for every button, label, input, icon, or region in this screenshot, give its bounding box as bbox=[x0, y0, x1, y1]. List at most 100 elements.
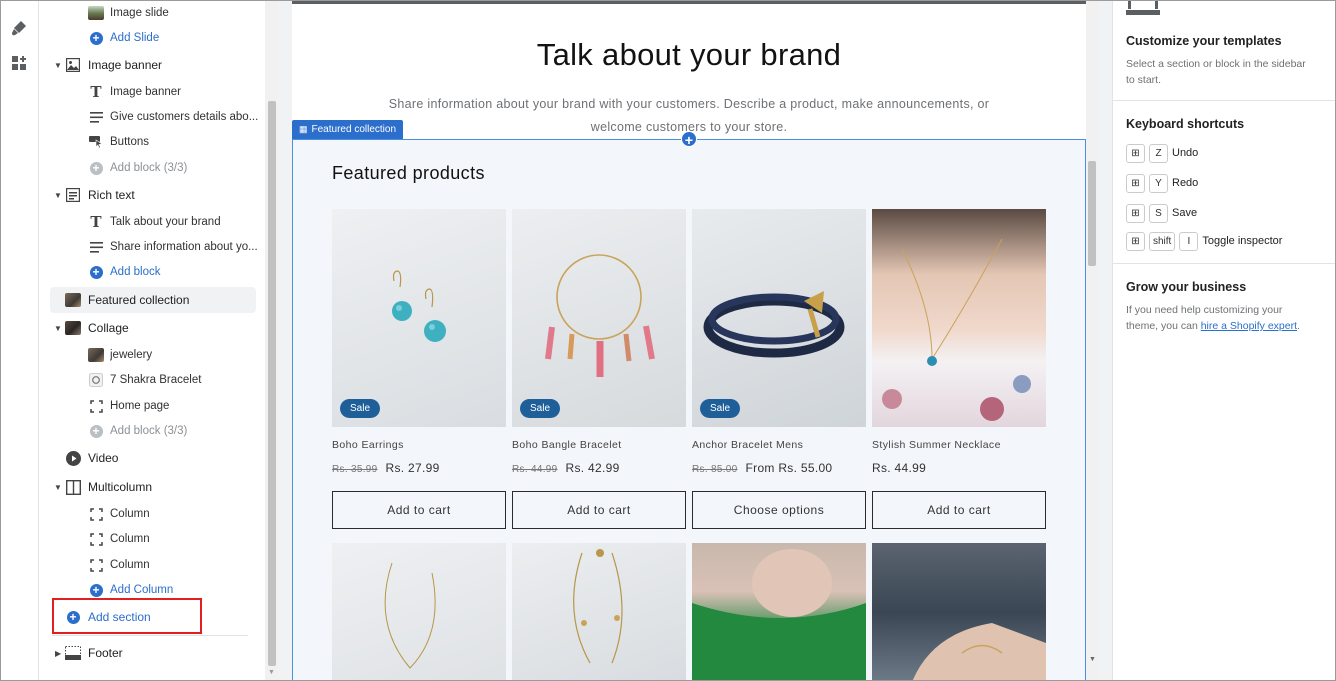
caret-down-icon[interactable]: ▼ bbox=[54, 191, 62, 200]
block-label: 7 Shakra Bracelet bbox=[110, 374, 202, 386]
add-block-disabled: + Add block (3/3) bbox=[40, 156, 265, 180]
compare-price: Rs. 85.00 bbox=[692, 464, 738, 475]
caret-down-icon[interactable]: ▼ bbox=[54, 61, 62, 70]
block-column[interactable]: Column bbox=[40, 527, 265, 551]
block-image-banner[interactable]: T Image banner bbox=[40, 80, 265, 104]
text-t-icon: T bbox=[90, 213, 102, 231]
product-image[interactable] bbox=[692, 543, 866, 680]
compare-price: Rs. 44.99 bbox=[512, 464, 558, 475]
product-image[interactable] bbox=[692, 209, 866, 427]
section-video[interactable]: Video bbox=[40, 446, 265, 470]
block-share-information[interactable]: Share information about yo... bbox=[40, 235, 265, 259]
product-image[interactable] bbox=[332, 543, 506, 680]
featured-heading[interactable]: Featured products bbox=[332, 163, 485, 184]
preview-scrollbar[interactable]: ▼ bbox=[1086, 1, 1098, 680]
block-label: jewelery bbox=[110, 349, 153, 361]
product-ring-icon bbox=[88, 372, 104, 388]
compare-price: Rs. 35.99 bbox=[332, 464, 378, 475]
add-slide-label: Add Slide bbox=[110, 32, 160, 44]
product-name[interactable]: Anchor Bracelet Mens bbox=[692, 439, 803, 451]
product-image[interactable] bbox=[872, 543, 1046, 680]
product-name[interactable]: Stylish Summer Necklace bbox=[872, 439, 1001, 451]
template-illustration-icon bbox=[1126, 1, 1160, 15]
section-collage[interactable]: ▼ Collage bbox=[40, 316, 265, 340]
block-image-slide[interactable]: Image slide bbox=[40, 1, 265, 25]
command-key-icon: ⊞ bbox=[1126, 231, 1145, 251]
scroll-down-arrow-icon[interactable]: ▼ bbox=[1089, 656, 1096, 663]
paragraph-lines-icon bbox=[88, 109, 104, 125]
image-icon bbox=[65, 57, 81, 73]
block-customer-details[interactable]: Give customers details abo... bbox=[40, 105, 265, 129]
grow-text-after: . bbox=[1297, 320, 1300, 332]
rich-text-heading[interactable]: Talk about your brand bbox=[292, 37, 1086, 73]
block-home-page[interactable]: Home page bbox=[40, 394, 265, 418]
block-shakra-bracelet[interactable]: 7 Shakra Bracelet bbox=[40, 368, 265, 392]
section-featured-collection[interactable]: Featured collection bbox=[50, 287, 256, 313]
block-label: Column bbox=[110, 533, 150, 545]
section-label: Rich text bbox=[88, 188, 135, 202]
theme-settings-brush-icon[interactable] bbox=[8, 17, 30, 39]
sale-badge: Sale bbox=[520, 399, 561, 418]
collection-thumbnail-icon bbox=[88, 347, 104, 363]
section-tag[interactable]: ▦ Featured collection bbox=[292, 120, 404, 139]
text-t-icon: T bbox=[90, 83, 102, 101]
preview-scrollbar-thumb[interactable] bbox=[1088, 161, 1096, 266]
apps-blocks-icon[interactable] bbox=[8, 52, 30, 74]
block-jewelery[interactable]: jewelery bbox=[40, 343, 265, 367]
section-image-banner[interactable]: ▼ Image banner bbox=[40, 53, 265, 77]
shortcut-redo: ⊞ Y Redo bbox=[1126, 173, 1198, 193]
command-key-icon: ⊞ bbox=[1126, 143, 1145, 163]
add-slide-button[interactable]: + Add Slide bbox=[40, 26, 265, 50]
customize-title: Customize your templates bbox=[1126, 34, 1282, 48]
block-label: Talk about your brand bbox=[110, 216, 221, 228]
product-name[interactable]: Boho Earrings bbox=[332, 439, 404, 451]
section-rich-text[interactable]: ▼ Rich text bbox=[40, 183, 265, 207]
add-section-inline-button[interactable]: + bbox=[681, 131, 697, 148]
shortcuts-title: Keyboard shortcuts bbox=[1126, 117, 1245, 131]
add-block-disabled: + Add block (3/3) bbox=[40, 419, 265, 443]
scroll-down-arrow-icon[interactable]: ▼ bbox=[268, 669, 275, 676]
sale-price: Rs. 42.99 bbox=[565, 461, 620, 475]
product-price: Rs. 44.99 Rs. 42.99 bbox=[512, 461, 620, 475]
product-price: Rs. 35.99 Rs. 27.99 bbox=[332, 461, 440, 475]
add-block-button[interactable]: + Add block bbox=[40, 260, 265, 284]
shortcut-key: Z bbox=[1149, 143, 1168, 163]
add-to-cart-button[interactable]: Add to cart bbox=[872, 491, 1046, 529]
hire-expert-link[interactable]: hire a Shopify expert bbox=[1201, 320, 1297, 332]
shortcut-save: ⊞ S Save bbox=[1126, 203, 1197, 223]
product-image[interactable] bbox=[872, 209, 1046, 427]
product-name[interactable]: Boho Bangle Bracelet bbox=[512, 439, 622, 451]
section-label: Multicolumn bbox=[88, 480, 153, 494]
section-footer[interactable]: ▶ Footer bbox=[40, 641, 265, 665]
section-multicolumn[interactable]: ▼ Multicolumn bbox=[40, 475, 265, 499]
add-to-cart-button[interactable]: Add to cart bbox=[512, 491, 686, 529]
caret-right-icon[interactable]: ▶ bbox=[55, 649, 61, 658]
page-top-border bbox=[292, 1, 1086, 4]
block-label: Share information about yo... bbox=[110, 241, 258, 253]
shortcut-key: shift bbox=[1149, 231, 1176, 251]
sidebar-scrollbar-thumb[interactable] bbox=[268, 101, 276, 666]
shortcut-label: Undo bbox=[1172, 147, 1199, 159]
block-talk-about-brand[interactable]: T Talk about your brand bbox=[40, 210, 265, 234]
shortcut-key: I bbox=[1179, 231, 1199, 251]
paragraph-lines-icon bbox=[88, 239, 104, 255]
button-cursor-icon bbox=[88, 134, 104, 150]
product-image[interactable] bbox=[332, 209, 506, 427]
placeholder-frame-icon bbox=[88, 557, 104, 573]
add-to-cart-button[interactable]: Add to cart bbox=[332, 491, 506, 529]
image-thumbnail-icon bbox=[88, 5, 104, 21]
add-circle-icon: + bbox=[88, 264, 104, 280]
block-column[interactable]: Column bbox=[40, 502, 265, 526]
block-label: Column bbox=[110, 559, 150, 571]
choose-options-button[interactable]: Choose options bbox=[692, 491, 866, 529]
section-label: Footer bbox=[88, 646, 123, 660]
caret-down-icon[interactable]: ▼ bbox=[54, 324, 62, 333]
product-image[interactable] bbox=[512, 543, 686, 680]
sidebar-scrollbar[interactable]: ▼ bbox=[265, 1, 278, 680]
product-image[interactable] bbox=[512, 209, 686, 427]
add-circle-icon: + bbox=[88, 160, 104, 176]
sale-badge: Sale bbox=[340, 399, 381, 418]
block-column[interactable]: Column bbox=[40, 553, 265, 577]
caret-down-icon[interactable]: ▼ bbox=[54, 483, 62, 492]
block-buttons[interactable]: Buttons bbox=[40, 130, 265, 154]
